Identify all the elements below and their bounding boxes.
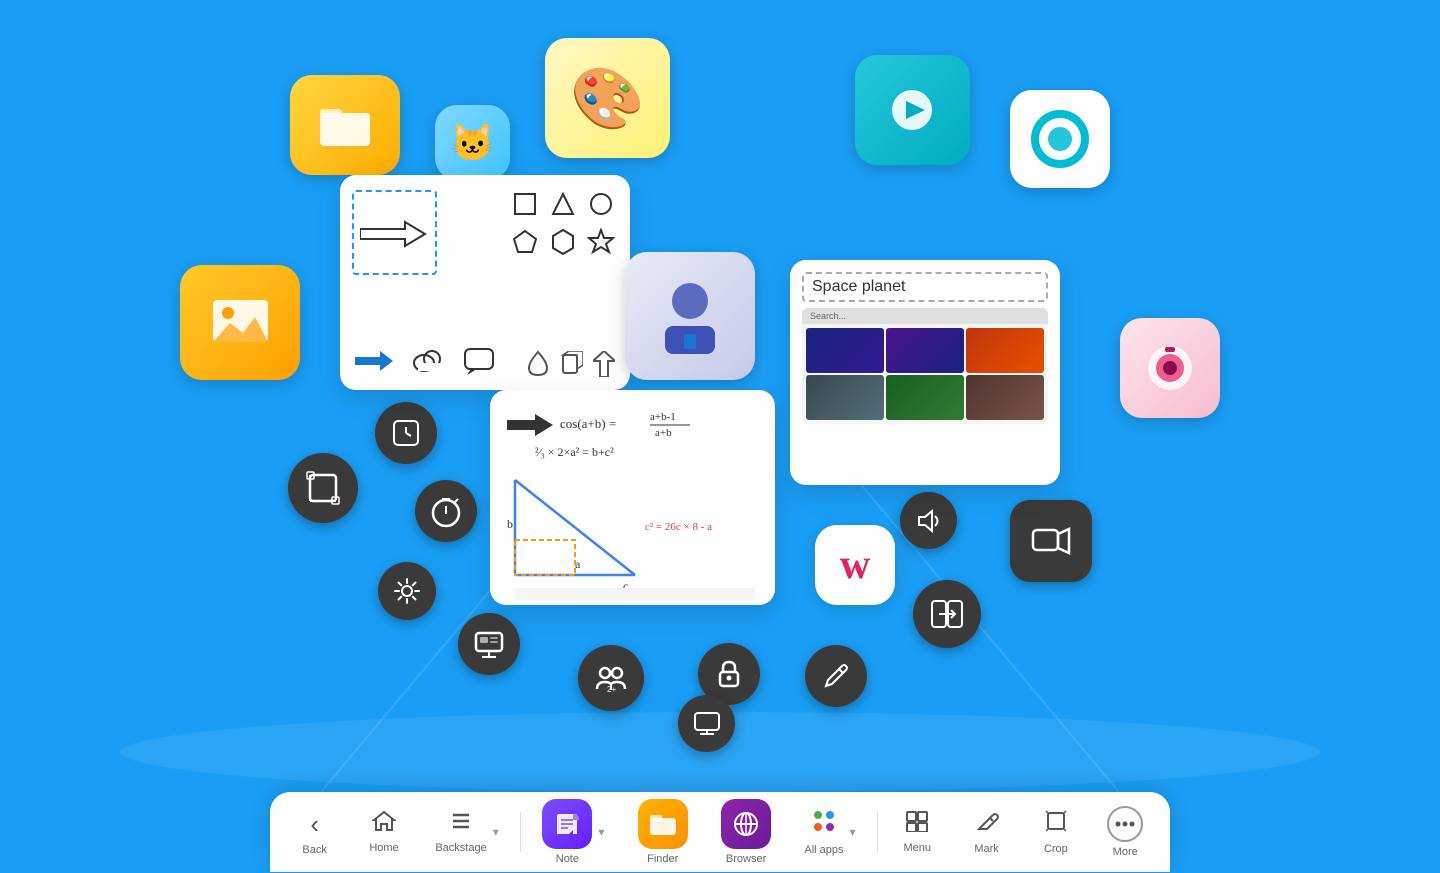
home-icon: [372, 810, 396, 838]
backstage-button[interactable]: Backstage ▾: [423, 802, 510, 862]
home-button[interactable]: Home: [354, 802, 414, 862]
svg-text:b: b: [507, 517, 513, 531]
back-button[interactable]: ‹ Back: [285, 801, 345, 864]
taskbar: ‹ Back Home Backstage ▾: [270, 792, 1170, 872]
note-icon: [542, 799, 592, 849]
note-button[interactable]: Note ▾: [530, 791, 616, 873]
video-app-icon[interactable]: [855, 55, 970, 165]
more-button[interactable]: More: [1095, 798, 1155, 866]
circle-app-icon[interactable]: [1010, 90, 1110, 188]
webcam-app-icon[interactable]: [1120, 318, 1220, 418]
stopwatch-icon[interactable]: [415, 480, 477, 542]
menu-button[interactable]: Menu: [887, 802, 947, 862]
browser-button[interactable]: Browser: [709, 791, 783, 873]
switch-icon[interactable]: [913, 580, 981, 648]
menu-label: Menu: [903, 842, 931, 854]
finder-label: Finder: [647, 853, 678, 865]
backstage-label: Backstage: [435, 842, 486, 854]
files-app-icon[interactable]: [290, 75, 400, 175]
space-card-title: Space planet: [812, 278, 905, 295]
crop-taskbar-label: Crop: [1044, 843, 1068, 855]
finder-icon: [638, 799, 688, 849]
user-app-icon[interactable]: [625, 252, 755, 380]
note-label: Note: [556, 853, 579, 865]
svg-text:a+b: a+b: [655, 427, 672, 439]
screen-time-icon[interactable]: [375, 402, 437, 464]
svg-text:cos(a+b) =: cos(a+b) =: [560, 416, 616, 431]
backstage-chevron[interactable]: ▾: [493, 825, 499, 839]
browser-label: Browser: [726, 853, 766, 865]
frog-app-icon[interactable]: 🐱: [435, 105, 510, 180]
mark-label: Mark: [974, 843, 998, 855]
shapes-card: [340, 175, 630, 390]
back-label: Back: [302, 844, 326, 856]
collaboration-icon[interactable]: 2+: [578, 645, 644, 711]
wps-app-icon[interactable]: w: [815, 525, 895, 605]
settings-float-icon[interactable]: [378, 562, 436, 620]
note-chevron[interactable]: ▾: [598, 825, 604, 839]
menu-icon: [905, 810, 929, 838]
finder-button[interactable]: Finder: [626, 791, 700, 873]
all-apps-icon: [811, 808, 837, 840]
svg-text:²⁄₃ × 2×a² = b+c²: ²⁄₃ × 2×a² = b+c²: [535, 445, 614, 459]
pencil-float-icon[interactable]: [805, 645, 867, 707]
browser-icon: [721, 799, 771, 849]
math-card: cos(a+b) = a+b-1 a+b ²⁄₃ × 2×a² = b+c² b…: [490, 390, 775, 605]
all-apps-button[interactable]: All apps ▾: [792, 800, 867, 864]
display-icon[interactable]: [678, 695, 735, 752]
mark-icon: [975, 809, 999, 839]
all-apps-label: All apps: [804, 844, 843, 856]
svg-text:a: a: [575, 557, 581, 571]
divider-1: [520, 812, 521, 852]
home-label: Home: [369, 842, 398, 854]
crop-icon-float[interactable]: [288, 453, 358, 523]
more-icon: [1107, 806, 1143, 842]
backstage-icon: [450, 810, 472, 838]
paint-app-icon[interactable]: 🎨: [545, 38, 670, 158]
crop-taskbar-button[interactable]: Crop: [1026, 801, 1086, 863]
svg-text:a+b-1: a+b-1: [650, 411, 676, 423]
space-planet-card: Space planet Search...: [790, 260, 1060, 485]
speaker-icon[interactable]: [900, 492, 957, 549]
more-label: More: [1113, 846, 1138, 858]
gallery-app-icon[interactable]: [180, 265, 300, 380]
video-camera-icon[interactable]: [1010, 500, 1092, 582]
presentation-icon[interactable]: [458, 613, 520, 675]
crop-taskbar-icon: [1044, 809, 1068, 839]
svg-text:2+: 2+: [607, 685, 616, 694]
divider-2: [877, 812, 878, 852]
mark-button[interactable]: Mark: [957, 801, 1017, 863]
all-apps-chevron[interactable]: ▾: [850, 825, 856, 839]
svg-text:c² = 26c × 8 - a: c² = 26c × 8 - a: [645, 521, 712, 533]
back-icon: ‹: [310, 809, 319, 840]
